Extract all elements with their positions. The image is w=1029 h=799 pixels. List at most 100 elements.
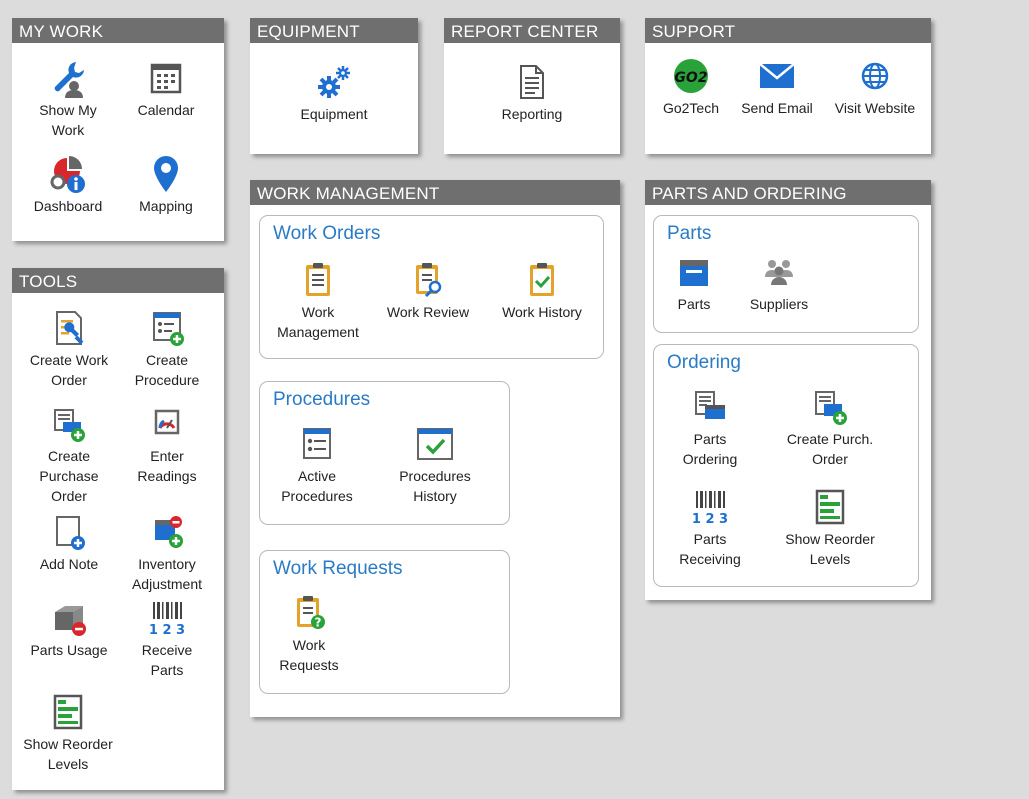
show-reorder-levels-button[interactable]: Show Reorder Levels bbox=[774, 487, 886, 569]
equipment-header: EQUIPMENT bbox=[250, 18, 418, 43]
procedures-history-label: Procedures History bbox=[399, 468, 471, 504]
work-requests-button[interactable]: ? Work Requests bbox=[262, 593, 356, 675]
globe-icon bbox=[855, 56, 895, 96]
receive-parts-label: Receive Parts bbox=[141, 642, 193, 678]
go2tech-icon: GO2 bbox=[671, 56, 711, 96]
my-work-panel: MY WORK Show My Work Calendar Dashboard … bbox=[12, 18, 224, 241]
send-email-button[interactable]: Send Email bbox=[735, 56, 819, 118]
show-reorder-levels-label: Show Reorder Levels bbox=[23, 736, 113, 772]
parts-ordering-label: Parts Ordering bbox=[682, 431, 738, 467]
create-purchase-order-icon bbox=[49, 404, 89, 444]
parts-box-icon bbox=[674, 252, 714, 292]
parts-ordering-button[interactable]: Parts Ordering bbox=[662, 387, 758, 469]
work-management-button[interactable]: Work Management bbox=[270, 260, 366, 342]
show-reorder-levels-label: Show Reorder Levels bbox=[785, 531, 875, 567]
gauge-icon bbox=[147, 404, 187, 444]
work-management-label: Work Management bbox=[277, 304, 359, 340]
active-procedures-label: Active Procedures bbox=[281, 468, 353, 504]
gears-icon bbox=[314, 62, 354, 102]
suppliers-icon bbox=[759, 252, 799, 292]
map-pin-icon bbox=[146, 154, 186, 194]
equipment-label: Equipment bbox=[300, 106, 368, 122]
work-history-label: Work History bbox=[502, 304, 582, 320]
mapping-label: Mapping bbox=[139, 198, 193, 214]
work-review-button[interactable]: Work Review bbox=[380, 260, 476, 322]
create-procedure-label: Create Procedure bbox=[134, 352, 200, 388]
suppliers-label: Suppliers bbox=[749, 296, 809, 312]
enter-readings-button[interactable]: Enter Readings bbox=[124, 404, 210, 486]
parts-receiving-button[interactable]: 1 2 3 Parts Receiving bbox=[662, 487, 758, 569]
report-center-header: REPORT CENTER bbox=[444, 18, 620, 43]
report-center-panel: REPORT CENTER Reporting bbox=[444, 18, 620, 154]
mapping-button[interactable]: Mapping bbox=[124, 154, 208, 216]
go2tech-logo-text: GO2 bbox=[674, 70, 707, 86]
create-procedure-button[interactable]: Create Procedure bbox=[124, 308, 210, 390]
create-work-order-button[interactable]: Create Work Order bbox=[26, 308, 112, 390]
parts-usage-icon bbox=[49, 598, 89, 638]
reporting-label: Reporting bbox=[501, 106, 563, 122]
parts-usage-button[interactable]: Parts Usage bbox=[26, 598, 112, 660]
receive-parts-button[interactable]: 1 2 3 Receive Parts bbox=[124, 598, 210, 680]
document-icon bbox=[512, 62, 552, 102]
show-my-work-label: Show My Work bbox=[39, 102, 97, 138]
calendar-icon bbox=[146, 58, 186, 98]
create-purch-order-label: Create Purch. Order bbox=[786, 431, 874, 467]
create-procedure-icon bbox=[147, 308, 187, 348]
calendar-button[interactable]: Calendar bbox=[124, 58, 208, 120]
clipboard-check-icon bbox=[522, 260, 562, 300]
procedure-list-icon bbox=[297, 424, 337, 464]
reorder-levels-icon bbox=[810, 487, 850, 527]
inventory-adjustment-label: Inventory Adjustment bbox=[131, 556, 203, 592]
procedures-history-button[interactable]: Procedures History bbox=[388, 424, 482, 506]
parts-ordering-panel: PARTS AND ORDERING Parts Parts Suppliers… bbox=[645, 180, 931, 600]
calendar-label: Calendar bbox=[137, 102, 195, 118]
procedure-check-icon bbox=[415, 424, 455, 464]
ordering-group: Ordering Parts Ordering Create Purch. Or… bbox=[653, 344, 919, 587]
svg-text:?: ? bbox=[315, 616, 322, 630]
equipment-button[interactable]: Equipment bbox=[274, 62, 394, 124]
show-reorder-levels-button[interactable]: Show Reorder Levels bbox=[18, 692, 118, 774]
barcode-icon: 1 2 3 bbox=[690, 487, 730, 527]
my-work-header: MY WORK bbox=[12, 18, 224, 43]
work-requests-label: Work Requests bbox=[279, 637, 339, 673]
parts-usage-label: Parts Usage bbox=[30, 642, 108, 658]
support-header: SUPPORT bbox=[645, 18, 931, 43]
work-requests-group: Work Requests ? Work Requests bbox=[259, 550, 510, 694]
svg-text:1 2 3: 1 2 3 bbox=[692, 512, 728, 527]
work-orders-title: Work Orders bbox=[273, 223, 381, 244]
visit-website-button[interactable]: Visit Website bbox=[825, 56, 925, 118]
envelope-icon bbox=[757, 56, 797, 96]
parts-group: Parts Parts Suppliers bbox=[653, 215, 919, 333]
dashboard-icon bbox=[48, 154, 88, 194]
add-note-label: Add Note bbox=[39, 556, 99, 572]
active-procedures-button[interactable]: Active Procedures bbox=[270, 424, 364, 506]
create-work-order-icon bbox=[49, 308, 89, 348]
show-my-work-button[interactable]: Show My Work bbox=[26, 58, 110, 140]
parts-label: Parts bbox=[677, 296, 711, 312]
clipboard-search-icon bbox=[408, 260, 448, 300]
parts-receiving-label: Parts Receiving bbox=[679, 531, 741, 567]
suppliers-button[interactable]: Suppliers bbox=[736, 252, 822, 314]
inventory-adjustment-button[interactable]: Inventory Adjustment bbox=[124, 512, 210, 594]
tools-panel: TOOLS Create Work Order Create Procedure… bbox=[12, 268, 224, 790]
create-work-order-label: Create Work Order bbox=[29, 352, 109, 388]
work-orders-group: Work Orders Work Management Work Review … bbox=[259, 215, 604, 359]
create-purch-order-button[interactable]: Create Purch. Order bbox=[774, 387, 886, 469]
parts-button[interactable]: Parts bbox=[656, 252, 732, 314]
create-purchase-order-button[interactable]: Create Purchase Order bbox=[26, 404, 112, 506]
dashboard-button[interactable]: Dashboard bbox=[26, 154, 110, 216]
work-requests-title: Work Requests bbox=[273, 558, 403, 579]
create-purchase-order-label: Create Purchase Order bbox=[39, 448, 99, 504]
reporting-button[interactable]: Reporting bbox=[472, 62, 592, 124]
add-note-button[interactable]: Add Note bbox=[26, 512, 112, 574]
dashboard-label: Dashboard bbox=[33, 198, 103, 214]
equipment-panel: EQUIPMENT Equipment bbox=[250, 18, 418, 154]
add-note-icon bbox=[49, 512, 89, 552]
support-panel: SUPPORT GO2 Go2Tech Send Email Visit Web… bbox=[645, 18, 931, 154]
enter-readings-label: Enter Readings bbox=[137, 448, 197, 484]
barcode-icon: 1 2 3 bbox=[147, 598, 187, 638]
send-email-label: Send Email bbox=[741, 100, 813, 116]
go2tech-button[interactable]: GO2 Go2Tech bbox=[651, 56, 731, 118]
work-management-panel: WORK MANAGEMENT Work Orders Work Managem… bbox=[250, 180, 620, 717]
work-history-button[interactable]: Work History bbox=[492, 260, 592, 322]
